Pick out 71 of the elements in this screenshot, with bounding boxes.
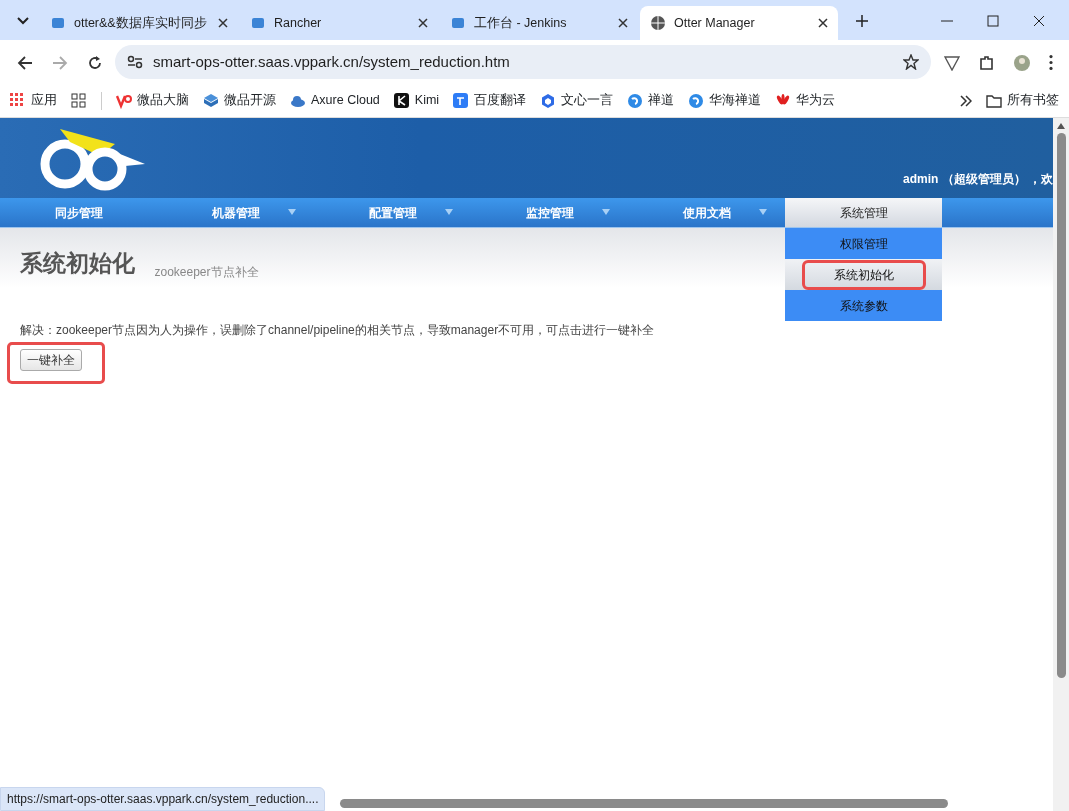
folder-icon — [986, 93, 1002, 108]
close-icon — [418, 18, 428, 28]
bookmark-item[interactable]: Kimi — [393, 91, 440, 110]
vertical-scrollbar[interactable] — [1053, 118, 1069, 811]
bookmark-item[interactable]: 华为云 — [775, 91, 836, 110]
dropdown-arrow-icon — [445, 209, 453, 215]
nav-item[interactable]: 系统管理 — [785, 198, 942, 227]
scroll-up-arrow-icon[interactable] — [1057, 123, 1065, 129]
bookmark-item[interactable]: 华海禅道 — [688, 91, 762, 110]
dropdown-arrow-icon — [602, 209, 610, 215]
address-bar[interactable]: smart-ops-otter.saas.vppark.cn/system_reduction.htm — [115, 45, 931, 79]
browser-tab[interactable]: Otter Manager — [640, 6, 838, 40]
avatar-icon — [1013, 54, 1030, 71]
back-icon — [16, 54, 33, 71]
close-icon — [1033, 14, 1045, 27]
more-icon — [1048, 55, 1053, 71]
complete-button[interactable]: 一键补全 — [20, 348, 82, 371]
dropdown-arrow-icon — [759, 209, 767, 215]
cube-icon — [203, 92, 219, 109]
bookmark-item[interactable]: 文心一言 — [540, 91, 614, 110]
nav-item[interactable]: 配置管理 — [314, 198, 471, 227]
bookmark-item[interactable] — [71, 92, 87, 109]
nav-item[interactable]: 监控管理 — [471, 198, 628, 227]
menu-item[interactable]: 系统初始化 — [785, 259, 942, 290]
close-icon — [218, 18, 228, 28]
swirl-icon — [688, 92, 705, 109]
forward-icon — [51, 54, 68, 71]
puzzle-icon — [978, 54, 995, 71]
hex-icon — [540, 92, 557, 109]
favicon-icon — [450, 15, 466, 31]
bookmark-item[interactable]: 微品开源 — [203, 91, 276, 110]
menu-item[interactable]: 系统参数 — [785, 290, 942, 321]
menu-item[interactable]: 权限管理 — [785, 228, 942, 259]
bookmark-item[interactable]: 禅道 — [627, 91, 675, 110]
browser-tab[interactable]: 工作台 - Jenkins — [440, 6, 638, 40]
triangle-icon — [943, 54, 960, 71]
page-title: 系统初始化 — [20, 249, 135, 278]
favicon-icon — [50, 15, 66, 31]
k-icon — [393, 92, 410, 109]
vp-icon — [116, 92, 132, 109]
bookmark-item[interactable]: 微品大脑 — [116, 91, 189, 110]
more-bookmarks-button[interactable] — [960, 94, 972, 107]
chevron-down-icon — [17, 16, 29, 25]
user-greeting: admin （超级管理员） ，欢 — [903, 171, 1053, 188]
page-subtitle: zookeeper节点补全 — [154, 263, 259, 281]
globe-icon — [650, 15, 666, 31]
close-icon — [818, 18, 828, 28]
bookmark-item[interactable]: 应用 — [10, 91, 57, 110]
star-icon — [903, 54, 919, 70]
browser-tab[interactable]: otter&&数据库实时同步 — [40, 6, 238, 40]
grid-icon — [71, 92, 87, 109]
nav-item[interactable]: 机器管理 — [157, 198, 314, 227]
nav-item[interactable]: 同步管理 — [0, 198, 157, 227]
plus-icon — [856, 14, 868, 27]
apps-icon — [10, 92, 26, 109]
bookmark-item[interactable]: Axure Cloud — [290, 91, 380, 110]
nav-item[interactable]: 使用文档 — [628, 198, 785, 227]
status-url-tooltip: https://smart-ops-otter.saas.vppark.cn/system_reduction.... — [0, 787, 326, 811]
close-icon — [618, 18, 628, 28]
chevrons-icon — [960, 94, 972, 107]
site-settings-icon — [127, 54, 143, 70]
browser-tab[interactable]: Rancher — [240, 6, 438, 40]
favicon-icon — [250, 15, 266, 31]
reload-icon — [86, 54, 103, 71]
translate-icon — [453, 92, 470, 109]
all-bookmarks-item[interactable]: 所有书签 — [986, 91, 1059, 110]
dropdown-arrow-icon — [288, 209, 296, 215]
description-text: 解决：zookeeper节点因为人为操作，误删除了channel/pipeline的相关节点，导致manager不可用，可点击进行一键补全 — [20, 321, 656, 339]
swirl-icon — [627, 92, 644, 109]
bookmark-item[interactable]: 百度翻译 — [453, 91, 527, 110]
maximize-icon — [987, 14, 999, 27]
